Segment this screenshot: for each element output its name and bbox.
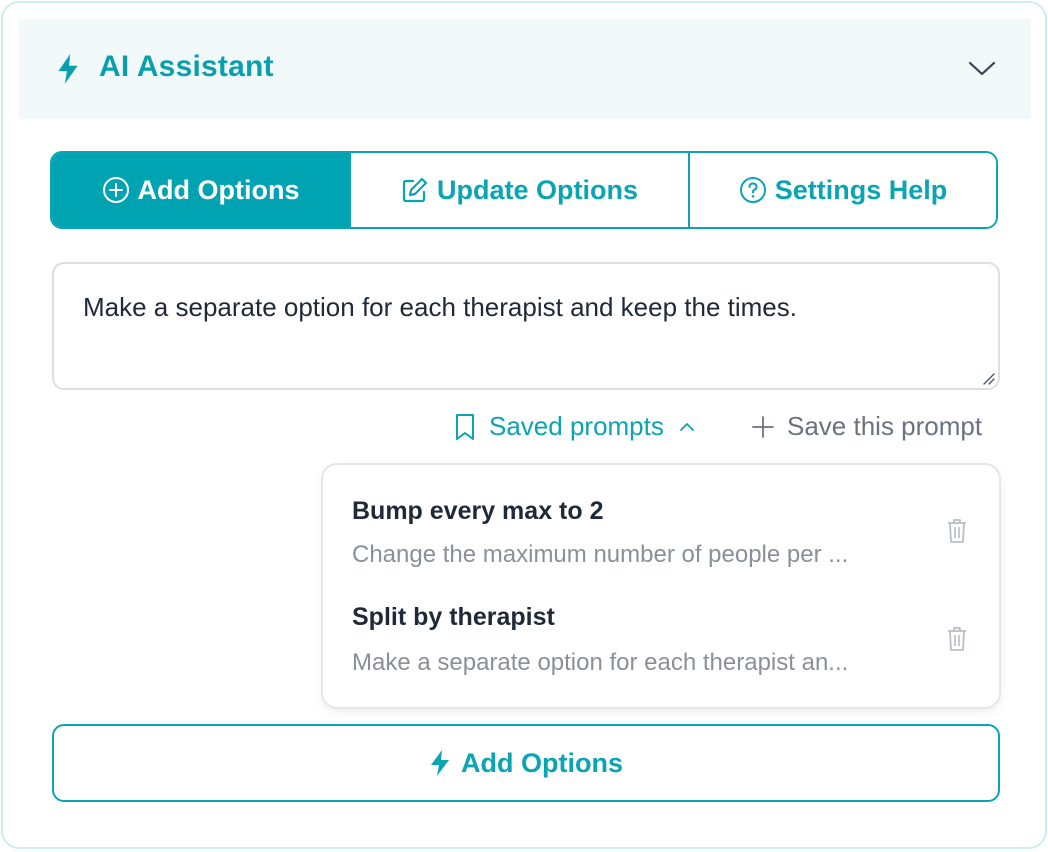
edit-icon <box>402 177 428 203</box>
tab-add-options[interactable]: Add Options <box>52 153 349 227</box>
add-options-button-label: Add Options <box>461 747 623 778</box>
trash-icon[interactable] <box>945 625 969 653</box>
tab-update-options-label: Update Options <box>437 174 638 205</box>
tab-update-options[interactable]: Update Options <box>349 153 688 227</box>
saved-prompts-label: Saved prompts <box>489 411 664 441</box>
panel-title: AI Assistant <box>99 50 274 83</box>
chevron-down-icon[interactable] <box>967 55 997 81</box>
prompt-textarea[interactable]: Make a separate option for each therapis… <box>52 262 1000 390</box>
saved-prompt-item[interactable]: Split by therapist Make a separate optio… <box>323 599 999 707</box>
trash-icon[interactable] <box>945 517 969 545</box>
plus-icon <box>752 415 774 438</box>
bolt-icon <box>431 750 449 776</box>
saved-prompt-name: Bump every max to 2 <box>352 497 604 525</box>
bookmark-icon <box>456 413 474 440</box>
prompt-text: Make a separate option for each therapis… <box>83 292 797 322</box>
resize-grip-icon[interactable] <box>980 370 996 386</box>
plus-circle-icon <box>102 177 129 203</box>
tab-settings-help[interactable]: Settings Help <box>688 153 996 227</box>
saved-prompts-dropdown: Bump every max to 2 Change the maximum n… <box>321 463 1001 709</box>
saved-prompt-description: Make a separate option for each therapis… <box>352 649 849 676</box>
bolt-icon <box>58 54 78 84</box>
saved-prompt-name: Split by therapist <box>352 603 555 631</box>
mode-tabs: Add Options Update Options Settings Help <box>50 151 998 229</box>
save-prompt-label: Save this prompt <box>787 411 983 441</box>
panel-header[interactable]: AI Assistant <box>19 19 1031 119</box>
saved-prompt-item[interactable]: Bump every max to 2 Change the maximum n… <box>323 491 999 599</box>
ai-assistant-panel: AI Assistant Add Options Update Options <box>1 1 1047 849</box>
saved-prompt-description: Change the maximum number of people per … <box>352 541 849 568</box>
add-options-button[interactable]: Add Options <box>52 724 1000 802</box>
tab-settings-help-label: Settings Help <box>774 174 948 205</box>
saved-prompts-toggle[interactable]: Saved prompts <box>453 411 696 442</box>
save-prompt-button[interactable]: Save this prompt <box>751 411 982 442</box>
question-circle-icon <box>739 177 766 203</box>
tab-add-options-label: Add Options <box>137 174 300 205</box>
prompt-actions: Saved prompts Save this prompt <box>3 411 1045 451</box>
chevron-up-icon <box>679 422 694 431</box>
